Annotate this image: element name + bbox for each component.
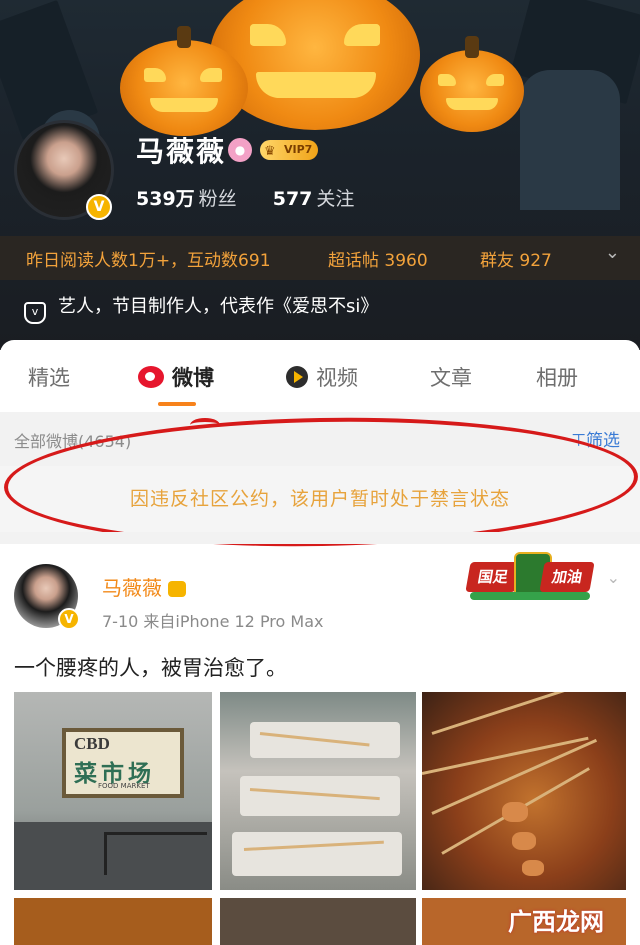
- pumpkin: [120, 26, 248, 136]
- profile-banner: V 马薇薇 ● ♛ VIP7 539万 粉丝 577 关注 昨日阅读人数1万+，互动…: [0, 0, 640, 350]
- following-count: 577: [272, 188, 313, 210]
- reads-stat[interactable]: 昨日阅读人数1万+，互动数691: [26, 246, 271, 271]
- profile-intro: v 艺人，节目制作人，代表作《爱思不si》: [24, 292, 378, 324]
- pink-badge-icon[interactable]: ●: [228, 138, 252, 162]
- sign-latin: CBD: [74, 734, 110, 753]
- data-bar: 昨日阅读人数1万+，互动数691 超话帖 3960 群友 927 ⌄: [0, 236, 640, 280]
- profile-tabs: 精选 微博 视频 文章 相册: [0, 340, 640, 412]
- football-decoration[interactable]: 国足 加油: [465, 548, 595, 600]
- tab-articles[interactable]: 文章: [430, 362, 472, 392]
- tab-album[interactable]: 相册: [536, 362, 578, 392]
- post-image[interactable]: CBD 菜市场 FOOD MARKET: [14, 692, 212, 890]
- vip-label: VIP7: [284, 143, 313, 156]
- profile-name: 马薇薇: [136, 135, 227, 168]
- market-sign: CBD 菜市场 FOOD MARKET: [62, 728, 184, 798]
- decoration-right-text: 加油: [539, 562, 595, 592]
- post-text: 一个腰疼的人，被胃治愈了。: [14, 656, 287, 680]
- tab-video[interactable]: 视频: [286, 362, 358, 392]
- post-image[interactable]: [220, 692, 416, 890]
- intro-text: 艺人，节目制作人，代表作《爱思不si》: [58, 296, 379, 317]
- decoration-left-text: 国足: [465, 562, 521, 592]
- section-divider: [0, 532, 640, 544]
- followers-count: 539万: [136, 188, 195, 210]
- vip-crown-icon: ♛: [264, 144, 276, 159]
- red-highlight-stroke: [190, 418, 220, 432]
- watermark-logo: 广西龙网: [508, 908, 604, 936]
- pumpkin: [210, 0, 420, 130]
- following-stat[interactable]: 577 关注: [273, 188, 355, 210]
- chevron-down-icon[interactable]: ⌄: [607, 568, 620, 587]
- active-tab-indicator: [158, 402, 196, 406]
- followers-stat[interactable]: 539万 粉丝: [136, 188, 243, 210]
- tab-weibo-label: 微博: [172, 366, 214, 390]
- handrail: [104, 832, 207, 875]
- tab-weibo[interactable]: 微博: [138, 362, 214, 392]
- tombstone: [520, 70, 620, 210]
- verified-icon: V: [86, 194, 112, 220]
- following-label: 关注: [316, 188, 355, 210]
- post-image[interactable]: [220, 898, 416, 945]
- profile-stats: 539万 粉丝 577 关注: [136, 184, 354, 211]
- chevron-down-icon[interactable]: ⌄: [605, 242, 620, 263]
- post-image[interactable]: [14, 898, 212, 945]
- group-stat[interactable]: 群友 927: [480, 246, 552, 271]
- crown-icon: [168, 581, 186, 597]
- vip-badge[interactable]: ♛ VIP7: [260, 140, 319, 160]
- followers-label: 粉丝: [198, 188, 237, 210]
- supertopic-stat[interactable]: 超话帖 3960: [328, 246, 428, 271]
- decoration-base: [470, 592, 590, 600]
- tab-featured[interactable]: 精选: [28, 362, 70, 392]
- weibo-icon: [138, 366, 164, 388]
- post-author[interactable]: 马薇薇: [102, 572, 186, 601]
- post-author-name: 马薇薇: [102, 576, 162, 600]
- shield-icon: v: [24, 302, 46, 324]
- sign-english: FOOD MARKET: [98, 782, 150, 790]
- pumpkin: [420, 36, 524, 132]
- post-meta: 7-10 来自iPhone 12 Pro Max: [102, 612, 324, 631]
- verified-icon: V: [58, 608, 80, 630]
- tab-video-label: 视频: [316, 366, 358, 390]
- video-icon: [286, 366, 308, 388]
- post-image[interactable]: [422, 692, 626, 890]
